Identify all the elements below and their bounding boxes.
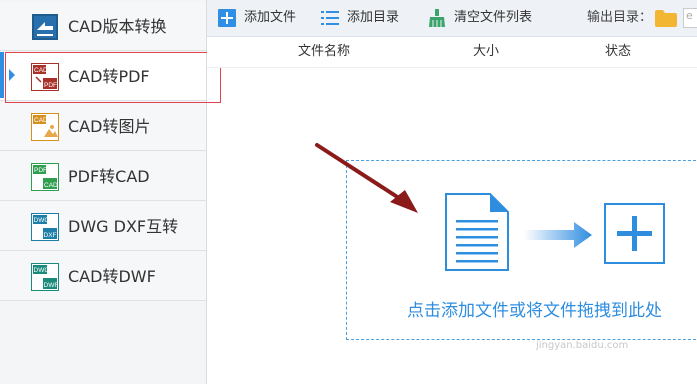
broom-icon [429, 9, 445, 27]
folder-icon[interactable] [655, 10, 677, 27]
active-arrow-icon [9, 69, 15, 81]
column-status[interactable]: 状态 [605, 37, 631, 67]
plus-icon [218, 9, 236, 27]
sidebar-item-pdf-to-cad[interactable]: PDF CAD PDF转CAD [0, 152, 206, 201]
column-size[interactable]: 大小 [473, 37, 499, 67]
cad-to-pdf-icon: CAD PDF [31, 63, 59, 91]
sidebar-item-cad-version[interactable]: CAD版本转换 [0, 2, 206, 51]
column-filename[interactable]: 文件名称 [298, 37, 350, 67]
add-folder-label: 添加目录 [347, 10, 400, 25]
icon-text-cad: CAD [34, 67, 48, 74]
clear-list-button[interactable]: 清空文件列表 [428, 0, 548, 36]
icon-text-cad: CAD [44, 182, 58, 189]
list-icon [321, 11, 339, 25]
icon-text-dwf: DWF [44, 282, 59, 289]
sidebar-item-cad-to-pdf[interactable]: CAD PDF CAD转PDF [0, 52, 206, 101]
right-arrow-icon [524, 222, 592, 248]
sidebar-item-label: CAD转DWF [68, 267, 156, 286]
output-dir-label: 输出目录： [587, 10, 653, 25]
add-file-button[interactable]: 添加文件 [218, 0, 318, 36]
watermark: jingyan.baidu.com [536, 340, 629, 351]
add-folder-button[interactable]: 添加目录 [321, 0, 421, 36]
clear-list-label: 清空文件列表 [454, 10, 533, 25]
icon-text-cad: CAD [34, 117, 48, 124]
pdf-to-cad-icon: PDF CAD [31, 163, 59, 191]
cad-to-dwf-icon: DWG DWF [31, 263, 59, 291]
annotation-arrow-icon [315, 143, 418, 213]
sidebar: CAD版本转换 CAD PDF CAD转PDF CAD CAD转图片 PDF C… [0, 0, 207, 384]
dwg-dxf-icon: DWG DXF [31, 213, 59, 241]
add-plus-icon[interactable] [604, 203, 665, 264]
icon-text-dwg: DWG [34, 267, 50, 274]
toolbar: 添加文件 添加目录 清空文件列表 输出目录： e [207, 0, 697, 37]
file-list-header: 文件名称 大小 状态 [207, 37, 697, 68]
cad-to-image-icon: CAD [31, 113, 59, 141]
sidebar-item-label: CAD转PDF [68, 67, 150, 86]
sidebar-item-dwg-dxf[interactable]: DWG DXF DWG DXF互转 [0, 202, 206, 251]
sidebar-item-label: CAD转图片 [68, 117, 151, 136]
sidebar-item-label: CAD版本转换 [68, 17, 167, 36]
cad-version-icon [32, 14, 58, 40]
output-path-input[interactable]: e [683, 8, 697, 28]
sidebar-item-label: DWG DXF互转 [68, 217, 179, 236]
icon-text-pdf: PDF [44, 82, 57, 89]
icon-text-pdf: PDF [34, 167, 47, 174]
sidebar-item-cad-to-image[interactable]: CAD CAD转图片 [0, 102, 206, 151]
add-file-label: 添加文件 [244, 10, 297, 25]
dropzone-hint: 点击添加文件或将文件拖拽到此处 [407, 301, 662, 321]
sidebar-item-label: PDF转CAD [68, 167, 150, 186]
icon-text-dxf: DXF [44, 232, 57, 239]
active-indicator [0, 52, 4, 98]
sidebar-item-cad-to-dwf[interactable]: DWG DWF CAD转DWF [0, 252, 206, 301]
icon-text-dwg: DWG [34, 217, 50, 224]
document-icon [445, 193, 509, 271]
